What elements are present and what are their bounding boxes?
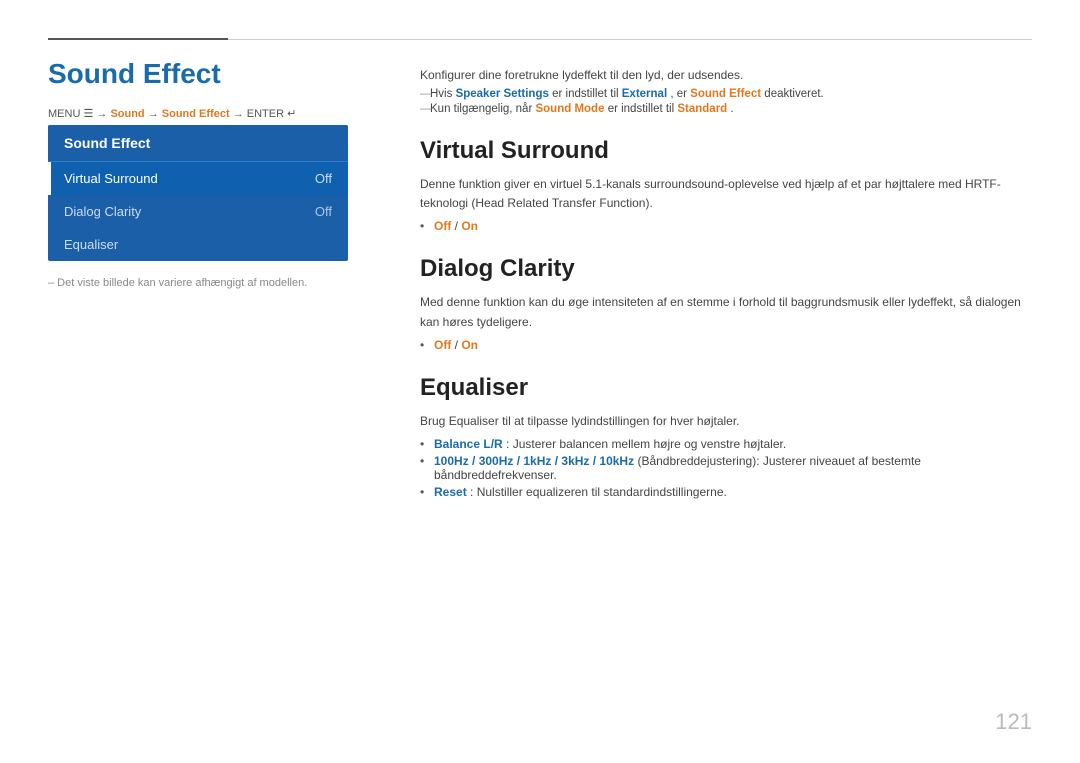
note-line-1: Hvis Speaker Settings er indstillet til … — [420, 88, 1032, 100]
section-title-virtual-surround: Virtual Surround — [420, 137, 1032, 165]
top-bar-accent — [48, 38, 228, 40]
menu-item-value: Off — [315, 204, 332, 219]
menu-box-header: Sound Effect — [48, 125, 348, 162]
menu-item-label: Virtual Surround — [64, 171, 158, 186]
bc-enter: ENTER ↵ — [247, 108, 297, 120]
bc-sound-effect: Sound Effect — [162, 108, 230, 120]
eq-b3-bold: Reset — [434, 485, 467, 499]
breadcrumb: MENU ☰ → Sound → Sound Effect → ENTER ↵ — [48, 107, 296, 120]
bc-sound: Sound — [110, 108, 144, 120]
eq-body-post: til at tilpasse lydindstillingen for hve… — [502, 414, 739, 428]
vs-off: Off — [434, 219, 451, 233]
page-title: Sound Effect — [48, 58, 221, 90]
note1-post: , er — [670, 88, 690, 100]
eq-b2-bold: 100Hz / 300Hz / 1kHz / 3kHz / 10kHz — [434, 454, 634, 468]
section-body-equaliser: Brug Equaliser til at tilpasse lydindsti… — [420, 412, 1032, 431]
intro-text: Konfigurer dine foretrukne lydeffekt til… — [420, 68, 1032, 82]
left-panel: Sound Effect Virtual Surround Off Dialog… — [48, 125, 348, 289]
note1-bold2: External — [622, 88, 667, 100]
dc-off: Off — [434, 338, 451, 352]
section-body-virtual-surround: Denne funktion giver en virtuel 5.1-kana… — [420, 175, 1032, 213]
eq-b3-post: : Nulstiller equalizeren til standardind… — [470, 485, 727, 499]
note-line-2: Kun tilgængelig, når Sound Mode er indst… — [420, 103, 1032, 115]
menu-item-virtual-surround[interactable]: Virtual Surround Off — [48, 162, 348, 195]
bc-sep3: → — [233, 108, 247, 120]
bc-sep2: → — [148, 108, 162, 120]
note2-bold1: Sound Mode — [535, 103, 604, 115]
bc-menu: MENU ☰ — [48, 108, 93, 120]
section-body-dialog-clarity: Med denne funktion kan du øge intensitet… — [420, 293, 1032, 331]
bullet-eq-1: Balance L/R : Justerer balancen mellem h… — [420, 437, 1032, 451]
bullet-eq-2: 100Hz / 300Hz / 1kHz / 3kHz / 10kHz (Bån… — [420, 454, 1032, 482]
dc-on: On — [461, 338, 478, 352]
eq-body-pre: Brug — [420, 414, 449, 428]
bullet-dialog-clarity: Off / On — [420, 338, 1032, 352]
note1-end: deaktiveret. — [764, 88, 823, 100]
menu-item-label: Dialog Clarity — [64, 204, 141, 219]
note2-bold2: Standard — [677, 103, 727, 115]
bullet-eq-3: Reset : Nulstiller equalizeren til stand… — [420, 485, 1032, 499]
vs-on: On — [461, 219, 478, 233]
note1-bold1: Speaker Settings — [456, 88, 549, 100]
right-panel: Konfigurer dine foretrukne lydeffekt til… — [420, 68, 1032, 502]
eq-body-bold: Equaliser — [449, 414, 499, 428]
note1-bold3: Sound Effect — [690, 88, 761, 100]
left-panel-footnote: – Det viste billede kan variere afhængig… — [48, 277, 348, 289]
bc-sep1: → — [96, 108, 110, 120]
page-number: 121 — [995, 709, 1032, 735]
eq-b1-post: : Justerer balancen mellem højre og vens… — [506, 437, 786, 451]
top-bar-line — [228, 39, 1032, 40]
bullet-virtual-surround: Off / On — [420, 219, 1032, 233]
menu-item-value: Off — [315, 171, 332, 186]
eq-b1-bold: Balance L/R — [434, 437, 503, 451]
menu-item-dialog-clarity[interactable]: Dialog Clarity Off — [48, 195, 348, 228]
note2-pre: Kun tilgængelig, når — [430, 103, 535, 115]
section-title-dialog-clarity: Dialog Clarity — [420, 255, 1032, 283]
top-bar — [48, 38, 1032, 40]
note1-mid: er indstillet til — [552, 88, 622, 100]
section-title-equaliser: Equaliser — [420, 374, 1032, 402]
note2-end: . — [730, 103, 733, 115]
menu-box: Sound Effect Virtual Surround Off Dialog… — [48, 125, 348, 261]
menu-item-label: Equaliser — [64, 237, 118, 252]
note2-mid: er indstillet til — [608, 103, 678, 115]
menu-item-equaliser[interactable]: Equaliser — [48, 228, 348, 261]
note1-pre: Hvis — [430, 88, 456, 100]
